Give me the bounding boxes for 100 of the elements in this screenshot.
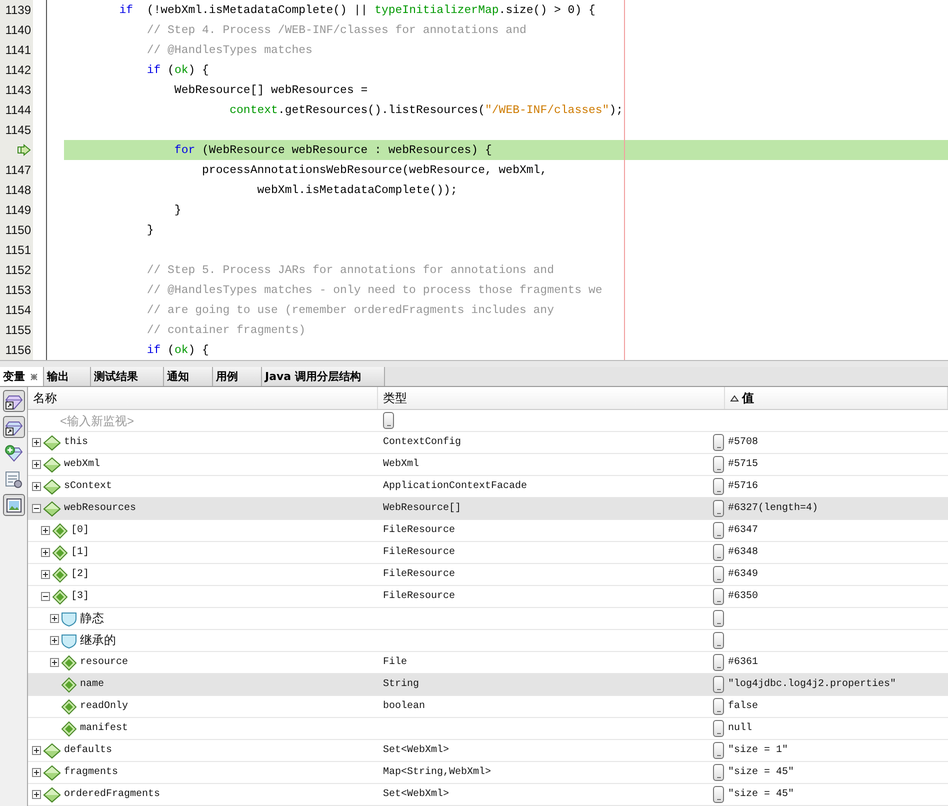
shield-icon xyxy=(61,632,77,648)
panel-tab[interactable]: 用例 xyxy=(213,367,262,386)
expand-icon[interactable] xyxy=(50,614,59,623)
code-line: // Step 5. Process JARs for annotations for annotations and xyxy=(146,264,554,276)
field-diamond-icon xyxy=(52,522,68,538)
line-number: 1140 xyxy=(5,23,31,37)
field-diamond-icon xyxy=(43,786,61,802)
code-line: // container fragments) xyxy=(146,324,306,336)
variable-name: sContext xyxy=(64,481,112,492)
column-header[interactable]: 值 xyxy=(725,387,948,409)
panel-tab[interactable]: 测试结果 xyxy=(91,367,164,386)
current-line-arrow-icon xyxy=(17,144,31,156)
variable-name: manifest xyxy=(80,723,128,734)
field-diamond-icon xyxy=(43,478,61,494)
panel-tab[interactable]: Java 调用分层结构 xyxy=(262,367,385,386)
variable-value: false xyxy=(728,701,758,712)
line-number: 1147 xyxy=(5,163,31,177)
variable-value: "size = 45" xyxy=(728,767,794,778)
line-number: 1143 xyxy=(5,83,31,97)
variable-type: Set<WebXml> xyxy=(383,745,450,756)
variable-type: FileResource xyxy=(383,569,456,580)
field-diamond-icon xyxy=(43,456,61,472)
variable-value: #5708 xyxy=(728,437,758,448)
variable-name: [1] xyxy=(71,547,90,558)
expand-icon[interactable] xyxy=(41,548,50,557)
new-watch-field[interactable]: <输入新监视> xyxy=(58,412,262,428)
line-number: 1148 xyxy=(5,183,31,197)
line-number: 1150 xyxy=(5,223,31,237)
code-line: // Step 4. Process /WEB-INF/classes for annotations and xyxy=(146,24,526,36)
code-line: webXml.isMetadataComplete()); xyxy=(256,184,458,196)
column-header[interactable]: 类型 xyxy=(378,387,725,409)
code-line: if (!webXml.isMetadataComplete() || typeInitializerMap.size() > 0) { xyxy=(118,4,596,16)
image-icon xyxy=(4,496,24,514)
code-line: context.getResources().listResources("/WEB-INF/classes"); xyxy=(228,104,624,116)
variable-type: FileResource xyxy=(383,591,456,602)
line-number: 1149 xyxy=(5,203,31,217)
field-diamond-icon xyxy=(52,588,68,604)
variable-type: Set<WebXml> xyxy=(383,789,450,800)
field-diamond-icon xyxy=(61,720,77,736)
add-watch-icon xyxy=(4,444,24,462)
variable-name: [0] xyxy=(71,525,90,536)
field-diamond-icon xyxy=(61,654,77,670)
code-line: if (ok) { xyxy=(146,344,209,356)
variable-value: "log4jdbc.log4j2.properties" xyxy=(728,679,896,690)
expand-icon[interactable] xyxy=(32,790,41,799)
variable-type: String xyxy=(383,679,420,690)
variable-name: defaults xyxy=(64,745,112,756)
expand-icon[interactable] xyxy=(32,460,41,469)
variable-name: name xyxy=(80,679,104,690)
line-number: 1156 xyxy=(5,343,31,357)
line-number: 1153 xyxy=(5,283,31,297)
variable-type: WebXml xyxy=(383,459,420,470)
expand-icon[interactable] xyxy=(32,768,41,777)
column-header[interactable]: 名称 xyxy=(28,387,378,409)
code-line: if (ok) { xyxy=(146,64,209,76)
line-number: 1141 xyxy=(5,43,31,57)
variable-type: WebResource[] xyxy=(383,503,462,514)
variable-value: #6349 xyxy=(728,569,758,580)
panel-tab[interactable]: 通知 xyxy=(164,367,213,386)
expand-icon[interactable] xyxy=(41,526,50,535)
line-number: 1155 xyxy=(5,323,31,337)
variable-value: #6348 xyxy=(728,547,758,558)
variable-value: #5715 xyxy=(728,459,758,470)
variable-type: File xyxy=(383,657,408,668)
variable-value: null xyxy=(728,723,752,734)
variable-name: webXml xyxy=(64,459,100,470)
variable-name: [3] xyxy=(71,591,90,602)
expand-icon[interactable] xyxy=(32,438,41,447)
variable-value: #6350 xyxy=(728,591,758,602)
collapse-icon[interactable] xyxy=(41,592,50,601)
field-diamond-icon xyxy=(43,500,61,516)
expand-icon[interactable] xyxy=(32,746,41,755)
field-diamond-icon xyxy=(61,676,77,692)
variable-value: "size = 45" xyxy=(728,789,794,800)
code-line: for (WebResource webResource : webResources) { xyxy=(173,144,492,156)
panel-tab[interactable]: 变量 xyxy=(0,367,44,386)
expand-icon[interactable] xyxy=(50,658,59,667)
variable-name: webResources xyxy=(64,503,136,514)
collapse-icon[interactable] xyxy=(32,504,41,513)
line-number: 1139 xyxy=(5,3,31,17)
variable-name: 静态 xyxy=(80,610,104,627)
variable-type: FileResource xyxy=(383,525,456,536)
code-line: } xyxy=(146,224,154,236)
expand-icon[interactable] xyxy=(41,570,50,579)
panel-tab[interactable]: 输出 xyxy=(44,367,91,386)
line-number: 1154 xyxy=(5,303,31,317)
variable-name: [2] xyxy=(71,569,90,580)
field-diamond-icon xyxy=(52,544,68,560)
variable-name: resource xyxy=(80,657,128,668)
variable-name: 继承的 xyxy=(80,632,116,649)
line-number: 1152 xyxy=(5,263,31,277)
code-line: WebResource[] webResources = xyxy=(173,84,368,96)
close-icon[interactable] xyxy=(30,372,38,380)
shield-icon xyxy=(61,610,77,626)
line-number: 1142 xyxy=(5,63,31,77)
code-line: // @HandlesTypes matches xyxy=(146,44,312,56)
variable-type: ApplicationContextFacade xyxy=(383,481,528,492)
variable-type: FileResource xyxy=(383,547,456,558)
expand-icon[interactable] xyxy=(50,636,59,645)
expand-icon[interactable] xyxy=(32,482,41,491)
